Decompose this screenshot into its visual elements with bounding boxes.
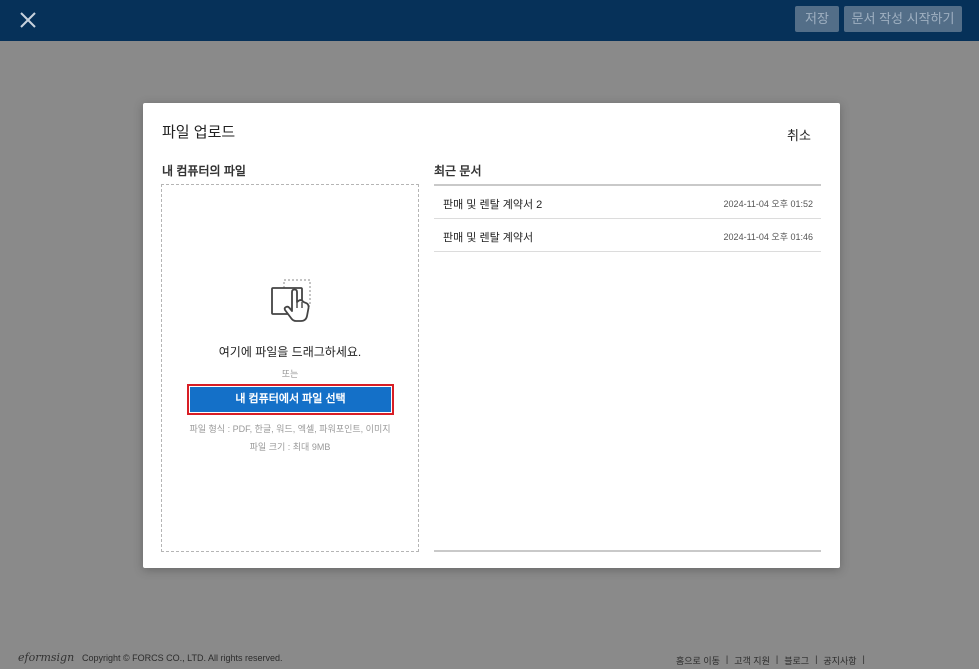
- separator: |: [815, 654, 818, 664]
- separator: |: [862, 654, 865, 664]
- start-document-button[interactable]: 문서 작성 시작하기: [844, 6, 962, 32]
- list-item[interactable]: 판매 및 렌탈 계약서 2 2024-11-04 오후 01:52: [434, 186, 821, 219]
- document-date: 2024-11-04 오후 01:52: [723, 199, 813, 209]
- save-button[interactable]: 저장: [795, 6, 839, 32]
- recent-documents-list: 판매 및 렌탈 계약서 2 2024-11-04 오후 01:52 판매 및 렌…: [434, 184, 821, 552]
- cancel-button[interactable]: 취소: [787, 125, 811, 144]
- copyright-text: Copyright © FORCS CO., LTD. All rights r…: [82, 653, 283, 663]
- document-date: 2024-11-04 오후 01:46: [723, 232, 813, 242]
- footer-links: 홈으로 이동 | 고객 지원 | 블로그 | 공지사항 |: [676, 654, 871, 667]
- select-file-button-label: 내 컴퓨터에서 파일 선택: [190, 387, 391, 412]
- footer-link-blog[interactable]: 블로그: [784, 654, 809, 667]
- drag-file-icon: [271, 279, 311, 322]
- file-format-info: 파일 형식 : PDF, 한글, 워드, 엑셀, 파워포인트, 이미지: [189, 424, 391, 434]
- eformsign-logo: eformsign: [18, 651, 75, 664]
- document-name: 판매 및 렌탈 계약서 2: [443, 199, 543, 211]
- recent-documents-title: 최근 문서: [434, 164, 482, 178]
- select-file-button[interactable]: 내 컴퓨터에서 파일 선택: [187, 384, 394, 415]
- footer-link-home[interactable]: 홈으로 이동: [676, 654, 720, 667]
- separator: |: [775, 654, 779, 664]
- close-icon[interactable]: [14, 6, 42, 34]
- footer: eformsign Copyright © FORCS CO., LTD. Al…: [0, 646, 979, 669]
- my-computer-files-title: 내 컴퓨터의 파일: [162, 164, 246, 178]
- top-bar: 저장 문서 작성 시작하기: [0, 0, 979, 41]
- drop-message: 여기에 파일을 드래그하세요.: [218, 345, 362, 359]
- footer-link-notice[interactable]: 공지사항: [823, 654, 856, 667]
- file-upload-modal: 파일 업로드 취소 내 컴퓨터의 파일 여기에 파일을 드래그하세요. 또는 내…: [143, 103, 840, 568]
- file-size-info: 파일 크기 : 최대 9MB: [249, 442, 331, 452]
- list-item[interactable]: 판매 및 렌탈 계약서 2024-11-04 오후 01:46: [434, 219, 821, 252]
- or-text: 또는: [281, 369, 299, 379]
- footer-link-support[interactable]: 고객 지원: [734, 654, 770, 667]
- document-name: 판매 및 렌탈 계약서: [443, 232, 534, 244]
- separator: |: [725, 654, 729, 664]
- modal-title: 파일 업로드: [162, 124, 236, 141]
- file-drop-zone[interactable]: 여기에 파일을 드래그하세요. 또는 내 컴퓨터에서 파일 선택 파일 형식 :…: [161, 184, 419, 552]
